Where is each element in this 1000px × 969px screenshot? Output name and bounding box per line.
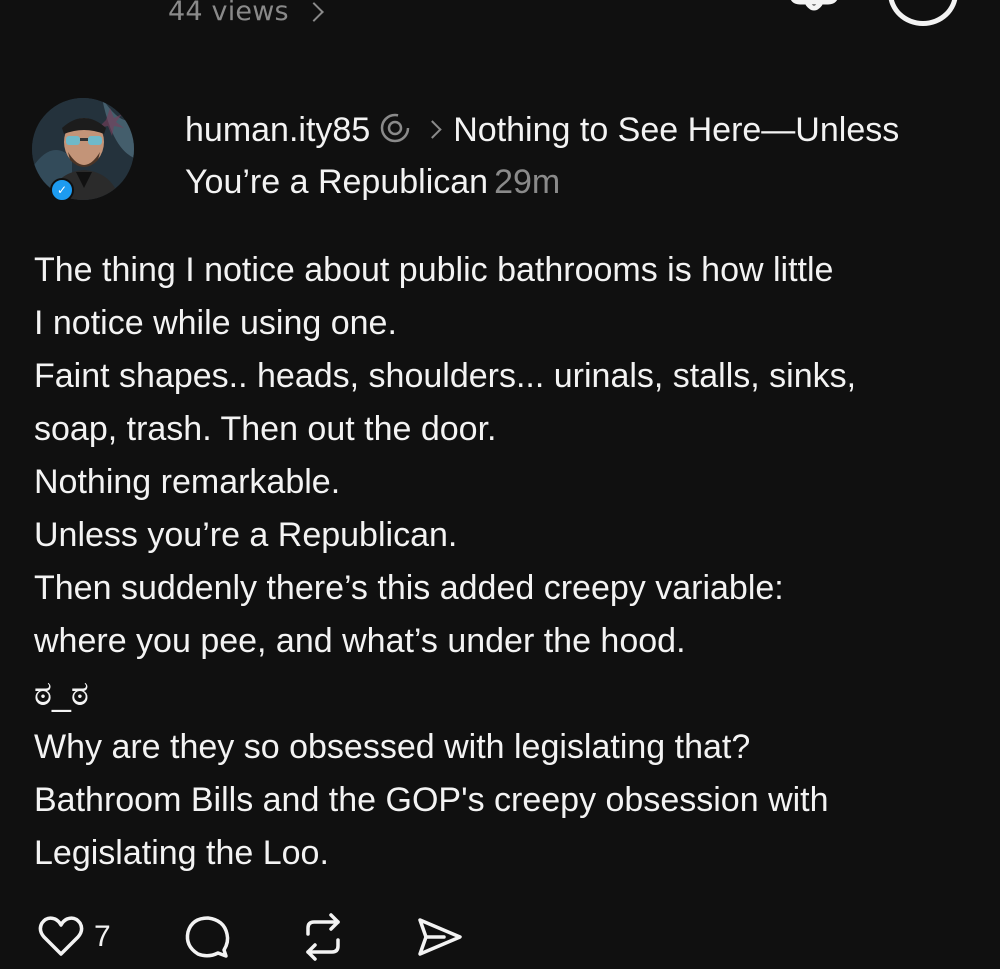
circle-icon[interactable] (888, 0, 958, 26)
like-count: 7 (94, 920, 111, 953)
send-icon (418, 918, 462, 956)
threads-icon (380, 113, 410, 143)
author-name[interactable]: human.ity85 (185, 111, 370, 149)
action-bar: 7 (36, 912, 536, 968)
repost-button[interactable] (298, 912, 348, 962)
post-body: The thing I notice about public bathroom… (34, 244, 974, 880)
post-line: Unless you’re a Republican. (34, 516, 458, 554)
views-link[interactable]: 44 views (168, 0, 324, 27)
bell-icon[interactable] (784, 0, 844, 20)
avatar-image (32, 98, 134, 200)
avatar[interactable] (32, 98, 134, 200)
comment-button[interactable] (182, 912, 232, 962)
verified-badge-icon: ✓ (50, 178, 74, 202)
top-bar: 44 views (0, 0, 1000, 40)
heart-icon (38, 916, 84, 956)
post-line: Then suddenly there’s this added creepy … (34, 569, 784, 607)
post-line: Bathroom Bills and the GOP's creepy obse… (34, 781, 829, 819)
post-line: Faint shapes.. heads, shoulders... urina… (34, 357, 857, 395)
share-button[interactable] (414, 912, 464, 962)
post-line: Why are they so obsessed with legislatin… (34, 728, 751, 766)
post-line: ಠ_ಠ (34, 675, 89, 713)
post-line: I notice while using one. (34, 304, 397, 342)
post-time: 29m (494, 163, 561, 201)
post-line: Nothing remarkable. (34, 463, 341, 501)
post-line: where you pee, and what’s under the hood… (34, 622, 686, 660)
like-button[interactable]: 7 (36, 912, 111, 962)
comment-icon (185, 916, 230, 958)
post-line: Legislating the Loo. (34, 834, 329, 872)
repost-icon (306, 913, 340, 961)
chevron-right-icon (303, 1, 324, 22)
views-label: 44 views (168, 0, 289, 27)
post-header: human.ity85 Nothing to See Here—Unless Yo… (185, 104, 975, 208)
chevron-right-icon (423, 120, 442, 139)
post-line: The thing I notice about public bathroom… (34, 251, 834, 289)
post-line: soap, trash. Then out the door. (34, 410, 497, 448)
